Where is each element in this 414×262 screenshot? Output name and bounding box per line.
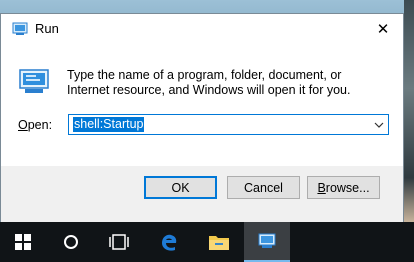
close-icon: ✕: [376, 20, 390, 38]
chevron-down-icon[interactable]: [373, 117, 385, 132]
ok-button[interactable]: OK: [144, 176, 217, 199]
edge-browser-icon: [162, 234, 177, 251]
edge-taskbar-button[interactable]: [146, 222, 192, 262]
open-label-rest: pen:: [27, 118, 53, 132]
browse-label-rest: rowse...: [325, 180, 370, 195]
browse-accelerator: B: [317, 180, 326, 195]
open-combobox[interactable]: shell:Startup: [68, 114, 389, 135]
desktop-wallpaper-edge: [404, 0, 414, 222]
run-taskbar-button[interactable]: [244, 222, 290, 262]
run-app-icon: [258, 233, 276, 248]
title-bar[interactable]: Run ✕: [1, 14, 403, 44]
open-label-accelerator: O: [18, 118, 28, 132]
taskbar: [0, 222, 414, 262]
run-dialog: Run ✕ Type the name of a program, folder…: [0, 13, 404, 222]
cortana-search-icon: [64, 235, 78, 249]
cancel-button[interactable]: Cancel: [227, 176, 300, 199]
dialog-footer: OK Cancel Browse...: [1, 166, 403, 222]
browse-button[interactable]: Browse...: [307, 176, 380, 199]
run-app-icon: [12, 22, 28, 35]
task-view-button[interactable]: [96, 222, 142, 262]
dialog-body: Type the name of a program, folder, docu…: [1, 44, 403, 166]
open-label: Open:: [18, 118, 52, 132]
dialog-description: Type the name of a program, folder, docu…: [67, 68, 351, 97]
file-explorer-taskbar-button[interactable]: [196, 222, 242, 262]
open-input-value[interactable]: shell:Startup: [73, 117, 145, 132]
cortana-button[interactable]: [48, 222, 94, 262]
close-button[interactable]: ✕: [371, 18, 395, 40]
start-button[interactable]: [0, 222, 46, 262]
task-view-icon: [109, 234, 129, 250]
file-explorer-icon: [209, 236, 229, 250]
dialog-title: Run: [35, 21, 59, 36]
windows-start-icon: [15, 234, 31, 250]
run-program-icon: [19, 69, 49, 93]
